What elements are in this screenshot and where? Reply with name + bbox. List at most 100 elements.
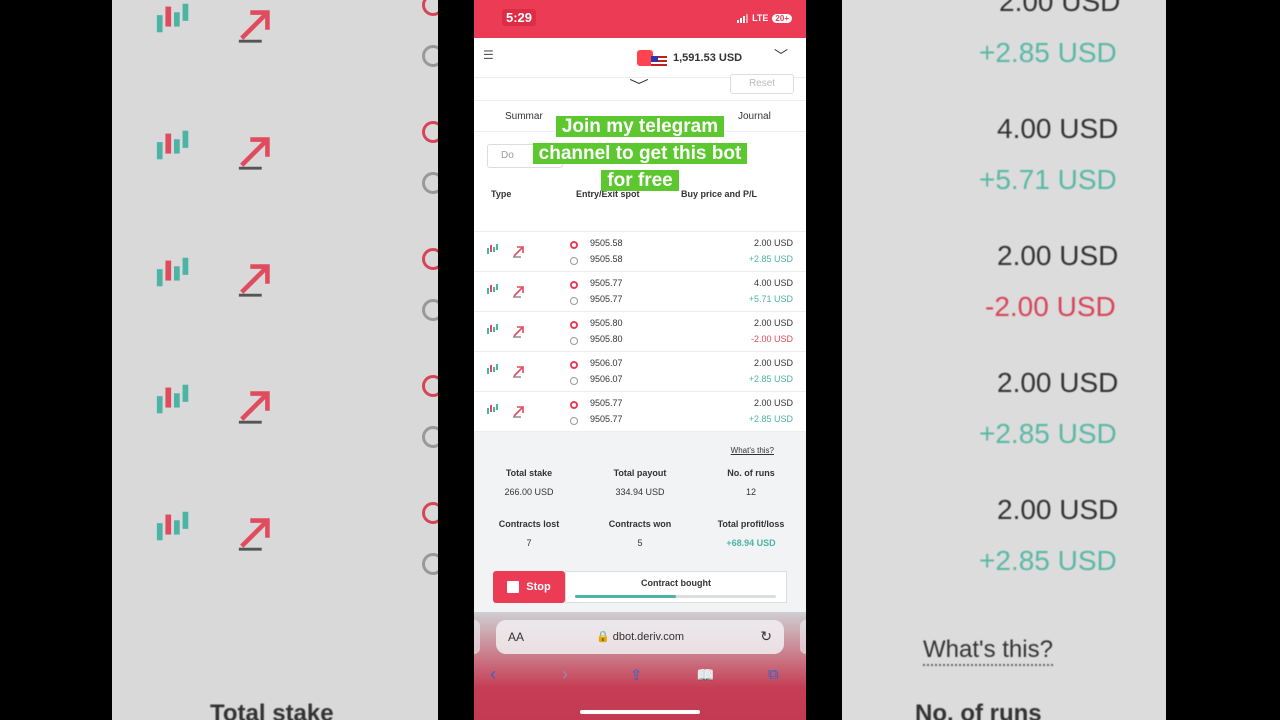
- phone-screen: 5:29 LTE 20+ ☰ 1,591.53 USD ﹀ ﹀ Reset Su…: [474, 0, 806, 720]
- backdrop-value: -2.00 USD: [985, 291, 1116, 322]
- whats-this-link[interactable]: What's this?: [731, 446, 774, 455]
- exit-spot-icon: [570, 417, 578, 425]
- entry-spot: 9506.07: [590, 358, 623, 368]
- backdrop-exit-icon: [422, 426, 438, 448]
- buy-price: 2.00 USD: [753, 238, 793, 248]
- rise-arrow-icon: [512, 364, 526, 378]
- network-label: LTE: [752, 13, 769, 23]
- tabs-icon[interactable]: ⧉: [768, 666, 779, 683]
- table-row[interactable]: 9505.58 9505.58 2.00 USD +2.85 USD: [474, 232, 806, 272]
- total-payout: Total payout 334.94 USD: [585, 468, 695, 497]
- backdrop-value: 2.00 USD: [997, 240, 1119, 271]
- rise-arrow-icon: [512, 284, 526, 298]
- entry-spot-icon: [570, 281, 578, 289]
- backdrop-arrow-icon: [236, 131, 276, 171]
- bookmarks-icon[interactable]: 📖: [696, 666, 715, 684]
- runs: No. of runs 12: [696, 468, 806, 497]
- table-row[interactable]: 9506.07 9506.07 2.00 USD +2.85 USD: [474, 352, 806, 392]
- backdrop-entry-icon: [422, 0, 438, 16]
- transactions-list: 9505.58 9505.58 2.00 USD +2.85 USD 9505.77 95…: [474, 232, 806, 432]
- contract-status: Contract bought: [565, 571, 787, 603]
- menu-icon[interactable]: ☰: [483, 48, 495, 62]
- stop-icon: [507, 581, 520, 593]
- profit-loss: -2.00 USD: [750, 334, 793, 344]
- contract-type-icon: [486, 242, 500, 256]
- contracts-won: Contracts won 5: [585, 519, 695, 548]
- backdrop-contract-icon: [154, 0, 194, 38]
- collapse-chevron-icon[interactable]: ﹀: [629, 76, 649, 96]
- summary-panel: What's this? Total stake 266.00 USD Tota…: [474, 432, 806, 562]
- profit-loss: +5.71 USD: [748, 294, 793, 304]
- backdrop-arrow-icon: [236, 512, 276, 552]
- backdrop-exit-icon: [422, 172, 438, 194]
- backdrop-right: 2.00 USD +2.85 USD 4.00 USD +5.71 USD 2.…: [842, 0, 1166, 720]
- runs-label: No. of runs: [727, 468, 775, 478]
- exit-spot-icon: [570, 377, 578, 385]
- backdrop-contract-icon: [154, 125, 194, 165]
- exit-spot: 9505.58: [590, 254, 623, 264]
- share-icon[interactable]: ⇪: [630, 666, 643, 684]
- backdrop-value: +2.85 USD: [979, 37, 1117, 68]
- account-balance: 1,591.53 USD: [673, 51, 743, 64]
- chevron-down-icon[interactable]: ﹀: [774, 46, 788, 66]
- exit-spot-icon: [570, 257, 578, 265]
- table-row[interactable]: 9505.77 9505.77 2.00 USD +2.85 USD: [474, 392, 806, 432]
- app-header: ☰ 1,591.53 USD ﹀: [474, 38, 806, 78]
- contracts-lost: Contracts lost 7: [474, 519, 584, 548]
- signal-icon: [737, 13, 749, 23]
- status-time: 5:29: [502, 9, 537, 26]
- table-row[interactable]: 9505.77 9505.77 4.00 USD +5.71 USD: [474, 272, 806, 312]
- backdrop-value: +5.71 USD: [979, 164, 1117, 195]
- stop-button[interactable]: Stop: [493, 571, 565, 603]
- panel-controls: ﹀ Reset: [474, 74, 806, 100]
- profit-loss: +2.85 USD: [748, 414, 793, 424]
- prev-tab-edge[interactable]: [474, 620, 480, 654]
- status-indicators: LTE 20+: [737, 13, 792, 23]
- backdrop-exit-icon: [422, 45, 438, 67]
- buy-price: 2.00 USD: [753, 398, 793, 408]
- exit-spot: 9506.07: [590, 374, 623, 384]
- backdrop-value: 2.00 USD: [999, 0, 1121, 17]
- buy-price: 4.00 USD: [753, 278, 793, 288]
- promo-caption-line: channel to get this bot: [532, 143, 748, 164]
- contract-progress: [575, 595, 776, 598]
- table-row[interactable]: 9505.80 9505.80 2.00 USD -2.00 USD: [474, 312, 806, 352]
- entry-spot: 9505.80: [590, 318, 623, 328]
- backdrop-arrow-icon: [236, 385, 276, 425]
- exit-spot: 9505.77: [590, 294, 623, 304]
- contracts-lost-label: Contracts lost: [498, 519, 560, 529]
- reset-button[interactable]: Reset: [730, 74, 794, 94]
- backdrop-contract-icon: [154, 506, 194, 546]
- total-stake: Total stake 266.00 USD: [474, 468, 584, 497]
- forward-icon[interactable]: ›: [562, 664, 568, 685]
- total-payout-value: 334.94 USD: [615, 487, 665, 497]
- backdrop-value: 4.00 USD: [997, 113, 1119, 144]
- backdrop-left: Total stake: [112, 0, 438, 720]
- next-tab-edge[interactable]: [800, 620, 806, 654]
- video-frame: Total stake 2.00 USD +2.85 USD 4.00 USD …: [0, 0, 1280, 720]
- contract-type-icon: [486, 362, 500, 376]
- exit-spot-icon: [570, 297, 578, 305]
- rise-arrow-icon: [512, 404, 526, 418]
- contract-type-icon: [486, 402, 500, 416]
- total-profit-value: +68.94 USD: [726, 538, 776, 548]
- backdrop-whats-this: What's this?: [923, 636, 1053, 666]
- backdrop-total-stake: Total stake: [210, 700, 334, 720]
- account-switcher[interactable]: 1,591.53 USD: [637, 48, 742, 67]
- entry-spot: 9505.58: [590, 238, 623, 248]
- backdrop-entry-icon: [422, 121, 438, 143]
- total-stake-value: 266.00 USD: [504, 487, 554, 497]
- contract-status-label: Contract bought: [641, 578, 711, 588]
- contract-progress-fill: [575, 595, 676, 598]
- back-icon[interactable]: ‹: [490, 664, 496, 685]
- status-bar: 5:29 LTE 20+: [474, 0, 806, 38]
- url-text: 🔒 dbot.deriv.com: [595, 631, 685, 643]
- buy-price: 2.00 USD: [753, 318, 793, 328]
- browser-toolbar: AA 🔒 dbot.deriv.com ↻ ‹ › ⇪ 📖 ⧉: [474, 612, 806, 720]
- address-bar[interactable]: AA 🔒 dbot.deriv.com ↻: [496, 620, 784, 654]
- reload-icon[interactable]: ↻: [760, 628, 772, 645]
- backdrop-runs: No. of runs: [915, 700, 1042, 720]
- contracts-lost-value: 7: [526, 538, 532, 548]
- contract-type-icon: [486, 282, 500, 296]
- entry-spot-icon: [570, 321, 578, 329]
